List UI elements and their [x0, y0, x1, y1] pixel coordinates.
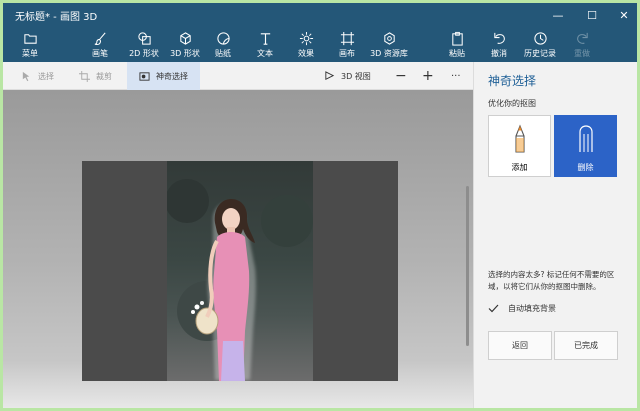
brushes-label: 画笔 [92, 49, 108, 58]
select-button[interactable]: 选择 [21, 62, 54, 90]
menu-button[interactable]: 菜单 [6, 31, 54, 59]
woman-figure-image [165, 179, 313, 381]
3d-view-label: 3D 视图 [341, 71, 371, 81]
stickers-label: 贴纸 [215, 49, 231, 58]
canvas-label: 画布 [339, 49, 355, 58]
3d-library-icon [383, 32, 395, 45]
magic-select-label: 神奇选择 [156, 71, 188, 81]
canvas-workspace[interactable] [3, 90, 473, 408]
remove-card-button[interactable]: 删除 [554, 115, 617, 177]
checkmark-icon [488, 303, 499, 314]
select-label: 选择 [38, 71, 54, 81]
add-label: 添加 [511, 163, 528, 172]
2d-shapes-icon [137, 32, 151, 45]
window-title: 无标题* - 画图 3D [15, 12, 98, 23]
crop-icon [79, 70, 90, 82]
stickers-button[interactable]: 贴纸 [199, 31, 247, 59]
ribbon: 菜单 画笔 2D 形状 3D 形状 贴纸 文本 效果 画布 3D 资源库 粘贴 … [3, 27, 637, 62]
folder-icon [23, 34, 37, 44]
text-label: 文本 [257, 49, 273, 58]
magic-select-tab[interactable]: 神奇选择 [127, 62, 200, 90]
canvas-icon [340, 31, 354, 46]
magic-select-panel: 神奇选择 优化你的抠图 添加 删除 选择的内容太多? 标记任何不需要的区域，以将… [473, 62, 637, 408]
brushes-button[interactable]: 画笔 [76, 31, 124, 59]
redo-icon [576, 32, 588, 44]
paint-3d-window: 无标题* - 画图 3D — ☐ ✕ 菜单 画笔 2D 形状 3D 形状 贴纸 … [3, 3, 637, 408]
history-label: 历史记录 [524, 49, 556, 58]
crop-label: 裁剪 [96, 71, 112, 81]
3d-library-button[interactable]: 3D 资源库 [365, 31, 413, 59]
3d-library-label: 3D 资源库 [370, 49, 408, 58]
3d-view-icon [325, 70, 335, 80]
text-icon [260, 33, 270, 45]
zoom-out-button[interactable]: − [395, 62, 407, 90]
add-card-button[interactable]: 添加 [488, 115, 551, 177]
close-button[interactable]: ✕ [607, 3, 637, 27]
paste-label: 粘贴 [449, 49, 465, 58]
menu-label: 菜单 [22, 49, 38, 58]
photo-selection[interactable] [165, 161, 313, 381]
history-icon [533, 32, 547, 45]
crop-button[interactable]: 裁剪 [79, 62, 112, 90]
remove-label: 删除 [577, 163, 594, 172]
pencil-add-icon [514, 124, 525, 153]
redo-button[interactable]: 重做 [558, 31, 606, 59]
panel-subtitle: 优化你的抠图 [488, 99, 536, 108]
magic-select-icon [139, 71, 150, 81]
zoom-in-button[interactable]: + [422, 62, 434, 90]
3d-shapes-icon [179, 32, 191, 45]
history-button[interactable]: 历史记录 [516, 31, 564, 59]
undo-icon [493, 32, 505, 44]
canvas-button[interactable]: 画布 [323, 31, 371, 59]
title-bar: 无标题* - 画图 3D — ☐ ✕ [3, 3, 637, 27]
more-options-button[interactable]: ··· [451, 62, 461, 90]
2d-shapes-label: 2D 形状 [129, 49, 159, 58]
effects-label: 效果 [298, 49, 314, 58]
done-button[interactable]: 已完成 [554, 331, 618, 360]
paste-icon [451, 31, 463, 46]
canvas-vertical-scrollbar[interactable] [466, 186, 469, 346]
back-button[interactable]: 返回 [488, 331, 552, 360]
autofill-background-checkbox[interactable]: 自动填充背景 [488, 303, 556, 314]
sticker-icon [216, 32, 230, 45]
maximize-button[interactable]: ☐ [575, 3, 609, 27]
panel-title: 神奇选择 [488, 74, 537, 88]
eraser-remove-icon [578, 125, 593, 152]
paste-button[interactable]: 粘贴 [433, 31, 481, 59]
effects-icon [299, 31, 313, 46]
autofill-label: 自动填充背景 [508, 304, 556, 313]
document-canvas[interactable] [82, 161, 398, 381]
brush-icon [94, 32, 106, 46]
minimize-button[interactable]: — [541, 3, 575, 27]
select-icon [22, 71, 30, 81]
hint-text: 选择的内容太多? 标记任何不需要的区域，以将它们从你的抠图中删除。 [488, 270, 615, 291]
redo-label: 重做 [574, 49, 590, 58]
undo-label: 撤消 [491, 49, 507, 58]
tool-options-bar: 选择 裁剪 神奇选择 3D 视图 − + ··· [3, 62, 473, 90]
3d-shapes-label: 3D 形状 [170, 49, 200, 58]
3d-view-button[interactable]: 3D 视图 [324, 62, 371, 90]
